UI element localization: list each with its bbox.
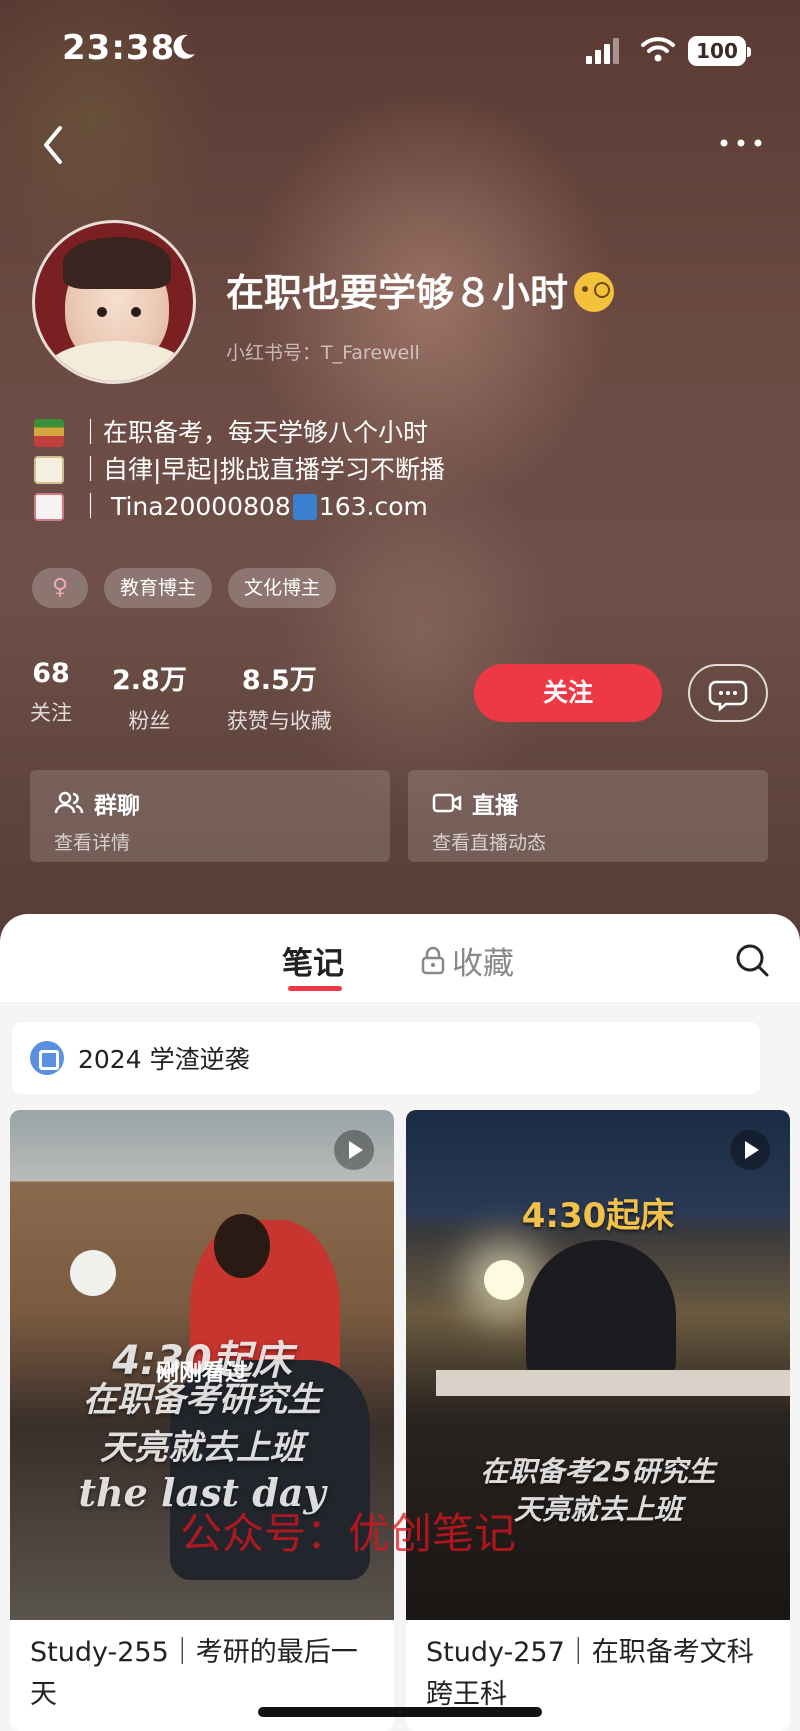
back-icon[interactable] bbox=[34, 120, 74, 170]
person bbox=[526, 1240, 676, 1390]
status-bar: 23:38 100 bbox=[0, 0, 800, 100]
collection-bar[interactable]: 2024 学渣逆袭 bbox=[12, 1022, 760, 1094]
love-letter-icon bbox=[34, 492, 64, 521]
wifi-icon bbox=[641, 37, 675, 62]
tab-active-indicator bbox=[288, 986, 342, 991]
tab-bar: 笔记 收藏 bbox=[0, 914, 800, 1004]
avatar-eye-right bbox=[131, 307, 141, 317]
stat-likes[interactable]: 8.5万 获赞与收藏 bbox=[227, 658, 332, 735]
follow-button[interactable]: 关注 bbox=[474, 664, 662, 722]
search-icon[interactable] bbox=[734, 940, 770, 980]
live-title: 直播 bbox=[432, 786, 744, 820]
bio-text-1: ｜在职备考，每天学够八个小时 bbox=[78, 418, 429, 447]
collection-icon bbox=[30, 1041, 64, 1075]
group-chat-sub: 查看详情 bbox=[54, 832, 131, 854]
home-indicator bbox=[258, 1707, 542, 1717]
lamp bbox=[484, 1260, 524, 1300]
stat-fans-label: 粉丝 bbox=[128, 709, 171, 733]
live-sub: 查看直播动态 bbox=[432, 832, 547, 854]
tab-collect-label: 收藏 bbox=[452, 946, 514, 982]
bio-text-3: ｜ Tina20000808 bbox=[78, 492, 291, 521]
stat-fans[interactable]: 2.8万 粉丝 bbox=[112, 658, 187, 735]
lock-icon bbox=[421, 946, 445, 974]
stat-following[interactable]: 68 关注 bbox=[30, 658, 72, 735]
content-sheet: 笔记 收藏 2024 学渣逆袭 4:30起床 刚刚看过 在职备考研究生 天亮就去… bbox=[0, 914, 800, 1731]
tag-education: 教育博主 bbox=[104, 568, 213, 608]
stats: 68 关注 2.8万 粉丝 8.5万 获赞与收藏 bbox=[30, 658, 332, 735]
note-card[interactable]: 4:30起床 刚刚看过 在职备考研究生 天亮就去上班 the last day … bbox=[10, 1110, 394, 1731]
avatar-eye-left bbox=[97, 307, 107, 317]
lamp bbox=[70, 1250, 116, 1296]
bio-text-2: ｜自律|早起|挑战直播学习不断播 bbox=[78, 455, 445, 484]
desk bbox=[436, 1370, 790, 1396]
live-card[interactable]: 直播 查看直播动态 bbox=[408, 770, 768, 862]
mailbox-icon bbox=[292, 493, 317, 520]
stat-likes-num: 8.5万 bbox=[241, 665, 317, 696]
memo-icon bbox=[34, 455, 64, 484]
nickname: 在职也要学够８小时 bbox=[226, 262, 615, 317]
tab-collect[interactable]: 收藏 bbox=[420, 938, 514, 983]
watermark: 公众号：优创笔记 bbox=[180, 1509, 517, 1558]
moon-icon bbox=[173, 34, 195, 59]
signal-icon bbox=[586, 38, 619, 64]
bio-text-3-domain: 163.com bbox=[318, 492, 428, 521]
tab-notes[interactable]: 笔记 bbox=[282, 938, 344, 983]
cover-text-line2: 天亮就去上班 bbox=[100, 1428, 304, 1468]
stat-fans-num: 2.8万 bbox=[112, 665, 187, 696]
stat-following-label: 关注 bbox=[30, 701, 72, 725]
bio: ｜在职备考，每天学够八个小时 ｜自律|早起|挑战直播学习不断播 ｜ Tina20… bbox=[34, 414, 445, 525]
battery-indicator: 100 bbox=[688, 36, 751, 66]
monocle-face-icon bbox=[574, 272, 615, 312]
live-label: 直播 bbox=[472, 793, 518, 819]
group-chat-card[interactable]: 群聊 查看详情 bbox=[30, 770, 390, 862]
play-icon bbox=[334, 1130, 374, 1170]
stat-likes-label: 获赞与收藏 bbox=[226, 709, 332, 733]
video-icon bbox=[432, 793, 462, 813]
person-head bbox=[214, 1214, 270, 1278]
stat-following-num: 68 bbox=[32, 658, 70, 689]
group-chat-title: 群聊 bbox=[54, 786, 366, 820]
message-button[interactable] bbox=[688, 664, 768, 722]
status-time: 23:38 bbox=[62, 28, 176, 68]
tag-culture: 文化博主 bbox=[228, 568, 337, 608]
group-chat-label: 群聊 bbox=[94, 793, 140, 819]
note-title: Study-255｜考研的最后一天 bbox=[30, 1637, 358, 1710]
bio-line-1: ｜在职备考，每天学够八个小时 bbox=[34, 414, 445, 451]
cover-text-time: 4:30起床 bbox=[521, 1196, 675, 1236]
cover-text-line1: 在职备考25研究生 bbox=[480, 1455, 716, 1488]
collection-title: 2024 学渣逆袭 bbox=[78, 1045, 250, 1074]
cover-text-line1: 在职备考研究生 bbox=[83, 1380, 321, 1420]
nickname-text: 在职也要学够８小时 bbox=[226, 271, 569, 315]
user-id[interactable]: 小红书号：T_Farewell bbox=[226, 338, 420, 365]
group-icon bbox=[54, 791, 84, 814]
note-title: Study-257｜在职备考文科跨王科 bbox=[426, 1637, 754, 1710]
gender-tag: ♀ bbox=[32, 568, 88, 608]
play-icon bbox=[730, 1130, 770, 1170]
avatar-body bbox=[45, 341, 189, 381]
note-card[interactable]: 4:30起床 在职备考25研究生 天亮就去上班 Study-257｜在职备考文科… bbox=[406, 1110, 790, 1731]
avatar[interactable] bbox=[32, 220, 196, 384]
books-icon bbox=[34, 418, 64, 447]
more-icon[interactable] bbox=[716, 128, 766, 158]
chat-icon bbox=[708, 680, 748, 712]
bio-line-3: ｜ Tina20000808 163.com bbox=[34, 488, 445, 525]
avatar-hair bbox=[63, 237, 171, 289]
tag-list: ♀ 教育博主 文化博主 bbox=[32, 568, 337, 608]
bio-line-2: ｜自律|早起|挑战直播学习不断播 bbox=[34, 451, 445, 488]
